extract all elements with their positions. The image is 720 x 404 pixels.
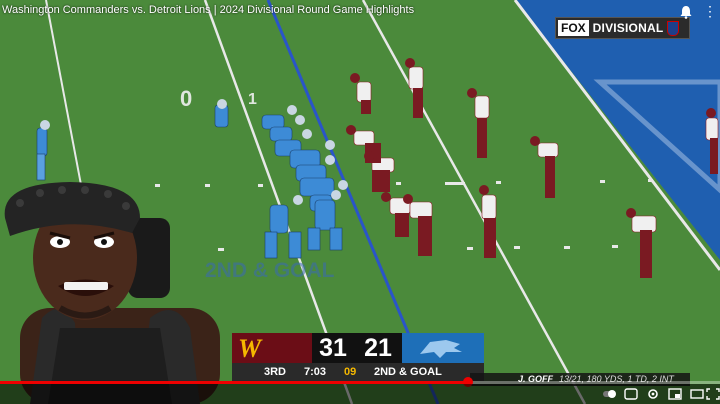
fullscreen-icon[interactable] xyxy=(706,388,720,400)
away-team-logo: W xyxy=(232,333,312,363)
scorebug: W 31 21 3RD 7:03 09 2ND & GOAL xyxy=(232,333,484,381)
theater-mode-icon[interactable] xyxy=(690,388,704,400)
player-controls xyxy=(0,384,720,404)
quarter: 3RD xyxy=(264,366,287,378)
yard-number-right: 1 xyxy=(248,91,257,108)
video-title[interactable]: Washington Commanders vs. Detroit Lions … xyxy=(2,4,414,16)
home-score: 21 xyxy=(354,333,402,363)
miniplayer-icon[interactable] xyxy=(668,388,682,400)
more-vert-icon[interactable]: ⋮ xyxy=(703,4,717,18)
yard-number-left: 0 xyxy=(180,86,192,111)
nfl-shield-icon xyxy=(667,20,680,36)
game-clock: 7:03 xyxy=(304,366,327,378)
home-team-logo xyxy=(402,333,484,363)
autoplay-toggle-icon[interactable] xyxy=(602,388,616,400)
fox-logo: FOX xyxy=(558,20,589,36)
play-clock: 09 xyxy=(344,366,357,378)
game-status-bar: 3RD 7:03 09 2ND & GOAL xyxy=(232,363,484,381)
bell-icon[interactable] xyxy=(679,5,693,19)
commanders-logo: W xyxy=(238,334,262,363)
round-label: DIVISIONAL xyxy=(592,21,664,35)
captions-icon[interactable] xyxy=(624,388,638,400)
video-player[interactable]: 0 1 2ND & GOAL Washington Commanders vs.… xyxy=(0,0,720,404)
settings-gear-icon[interactable] xyxy=(646,388,660,400)
away-score: 31 xyxy=(312,333,354,363)
streamer-webcam xyxy=(4,182,220,404)
lions-logo-icon xyxy=(420,340,462,358)
network-badge: FOX DIVISIONAL xyxy=(555,17,690,39)
down-distance: 2ND & GOAL xyxy=(374,366,442,378)
